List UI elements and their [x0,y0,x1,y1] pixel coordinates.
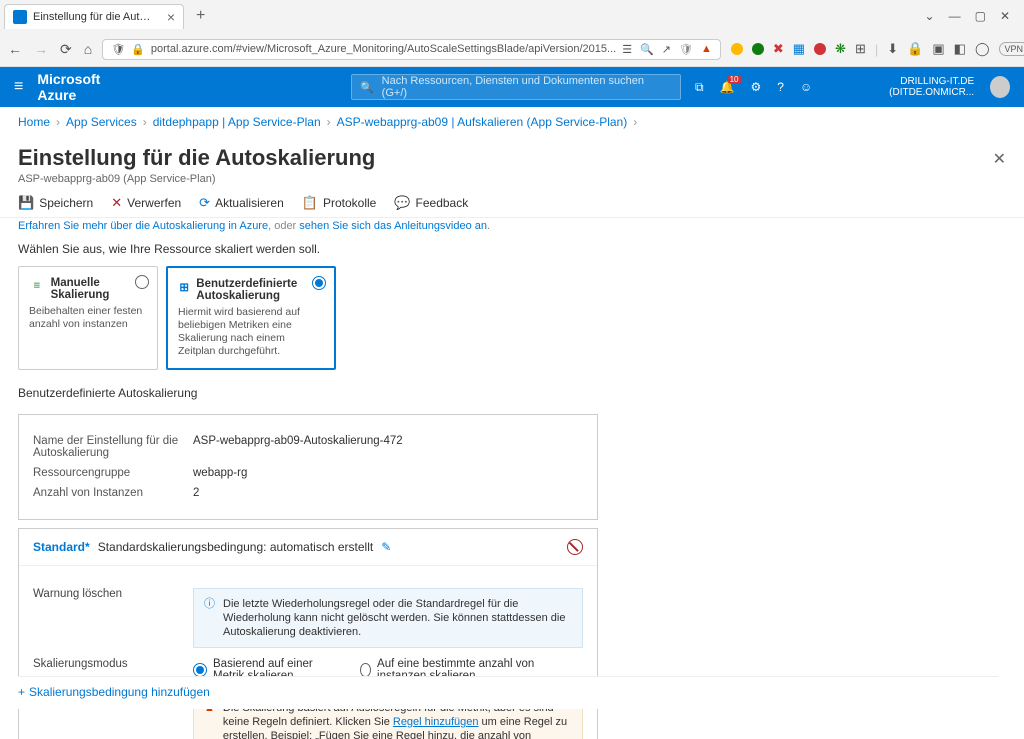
ublock-icon[interactable]: 🛡 [679,43,693,56]
refresh-button[interactable]: ⟳Aktualisieren [199,195,284,211]
window-minimize-icon[interactable]: — [949,9,961,23]
vpn-badge[interactable]: VPN [999,42,1024,56]
logs-button[interactable]: 📋Protokolle [302,195,377,211]
shield-icon: 🛡 [111,43,125,56]
settings-icon[interactable]: ⚙ [751,80,762,94]
nav-back-icon[interactable]: ← [8,41,22,58]
close-icon[interactable]: ✕ [993,149,1006,169]
refresh-icon: ⟳ [199,195,210,211]
tab-title: Einstellung für die Autoskalieru [33,11,155,23]
ext-3-icon[interactable]: ✖ [773,41,784,57]
window-chevron-icon[interactable]: ⌄ [925,9,935,23]
address-bar[interactable]: 🛡 🔒 portal.azure.com/#view/Microsoft_Azu… [102,39,721,60]
azure-logo[interactable]: Microsoft Azure [37,71,137,103]
setting-name-value: ASP-webapprg-ab09-Autoskalierung-472 [193,435,583,459]
save-button[interactable]: 💾Speichern [18,195,93,211]
feedback-icon[interactable]: ☺ [800,80,812,94]
ext-6-icon[interactable]: ❋ [835,41,846,57]
breadcrumb: Home› App Services› ditdephpapp | App Se… [0,107,1024,137]
discard-button[interactable]: ✕Verwerfen [111,195,181,211]
plus-icon: + [18,685,25,699]
manual-radio[interactable] [135,275,149,289]
add-rule-link[interactable]: Regel hinzufügen [393,716,479,728]
add-condition-link[interactable]: + Skalierungsbedingung hinzufügen [18,676,998,709]
condition-desc: Standardskalierungsbedingung: automatisc… [98,540,374,554]
sidebar-icon[interactable]: ◧ [954,41,966,57]
tab-close-icon[interactable]: × [167,9,175,25]
window-maximize-icon[interactable]: ▢ [975,9,986,23]
content-area: Erfahren Sie mehr über die Autoskalierun… [0,218,1024,739]
azure-search-input[interactable]: 🔍 Nach Ressourcen, Diensten und Dokument… [351,74,681,100]
breadcrumb-item[interactable]: ASP-webapprg-ab09 | Aufskalieren (App Se… [337,115,628,129]
warn-icon[interactable]: ▲ [701,43,712,56]
ext-2-icon[interactable] [752,43,764,55]
azure-favicon [13,10,27,24]
feedback-icon: 💬 [394,195,410,211]
save-icon: 💾 [18,195,34,211]
custom-icon: ⊞ [178,278,190,296]
breadcrumb-item[interactable]: ditdephpapp | App Service-Plan [153,115,321,129]
ext-dot2[interactable]: ◯ [975,41,990,57]
info-box: ⓘ Die letzte Wiederholungsregel oder die… [193,588,583,648]
info-icon: ⓘ [204,597,215,639]
condition-tag: Standard* [33,540,90,554]
discard-icon: ✕ [111,195,122,211]
ext-1-icon[interactable] [731,43,743,55]
ext-sep: | [875,42,878,57]
migrate-icon[interactable]: ↗ [662,43,671,56]
pocket-icon[interactable]: ▣ [932,41,944,57]
ext-5-icon[interactable] [814,43,826,55]
window-close-icon[interactable]: ✕ [1000,9,1010,23]
breadcrumb-item[interactable]: App Services [66,115,137,129]
reader-icon[interactable]: ☰ [622,43,632,56]
logs-icon: 📋 [302,195,318,211]
new-tab-button[interactable]: + [190,7,211,25]
notifications-icon[interactable]: 🔔10 [720,80,735,94]
edit-icon[interactable]: ✎ [381,540,391,554]
setting-rg-value: webapp-rg [193,467,583,479]
breadcrumb-item[interactable]: Home [18,115,50,129]
feedback-button[interactable]: 💬Feedback [394,195,468,211]
avatar[interactable] [990,76,1010,98]
ext-4-icon[interactable]: ▦ [793,41,805,57]
lock2-icon[interactable]: 🔒 [907,41,923,57]
help-link-1[interactable]: Erfahren Sie mehr über die Autoskalierun… [18,220,268,232]
nav-home-icon[interactable]: ⌂ [84,41,92,58]
command-bar: 💾Speichern ✕Verwerfen ⟳Aktualisieren 📋Pr… [0,189,1024,218]
delete-icon[interactable] [567,539,583,555]
search-placeholder: Nach Ressourcen, Diensten und Dokumenten… [382,75,672,99]
custom-scale-card[interactable]: ⊞ Benutzerdefinierte Autoskalierung Hier… [166,266,336,370]
help-icon[interactable]: ? [777,80,784,94]
settings-box: Name der Einstellung für die Autoskalier… [18,414,598,520]
zoom-icon[interactable]: 🔍 [640,43,654,56]
custom-heading: Benutzerdefinierte Autoskalierung [18,386,1006,400]
azure-top-bar: ≡ Microsoft Azure 🔍 Nach Ressourcen, Die… [0,67,1024,107]
manual-scale-card[interactable]: ≡ Manuelle Skalierung Beibehalten einer … [18,266,158,370]
choose-label: Wählen Sie aus, wie Ihre Ressource skali… [18,242,1006,256]
cloudshell-icon[interactable]: ⧉ [695,80,704,95]
help-link-2[interactable]: sehen Sie sich das Anleitungsvideo an [299,220,487,232]
blade-header: Einstellung für die Autoskalierung ASP-w… [0,137,1024,189]
url-text: portal.azure.com/#view/Microsoft_Azure_M… [151,43,616,55]
page-title: Einstellung für die Autoskalierung [18,145,1006,171]
page-subtitle: ASP-webapprg-ab09 (App Service-Plan) [18,173,1006,185]
nav-forward-icon: → [34,41,48,58]
custom-radio[interactable] [312,276,326,290]
lock-icon: 🔒 [131,43,145,56]
setting-count-value: 2 [193,487,583,499]
manual-icon: ≡ [29,277,45,295]
browser-tab[interactable]: Einstellung für die Autoskalieru × [4,4,184,29]
nav-reload-icon[interactable]: ⟳ [60,41,72,58]
hamburger-icon[interactable]: ≡ [14,78,23,96]
download-icon[interactable]: ⬇ [887,41,898,57]
account-label[interactable]: DRILLING-IT.DE (DITDE.ONMICR... [828,76,974,98]
ext-7-icon[interactable]: ⊞ [855,41,866,57]
search-icon: 🔍 [360,81,374,94]
